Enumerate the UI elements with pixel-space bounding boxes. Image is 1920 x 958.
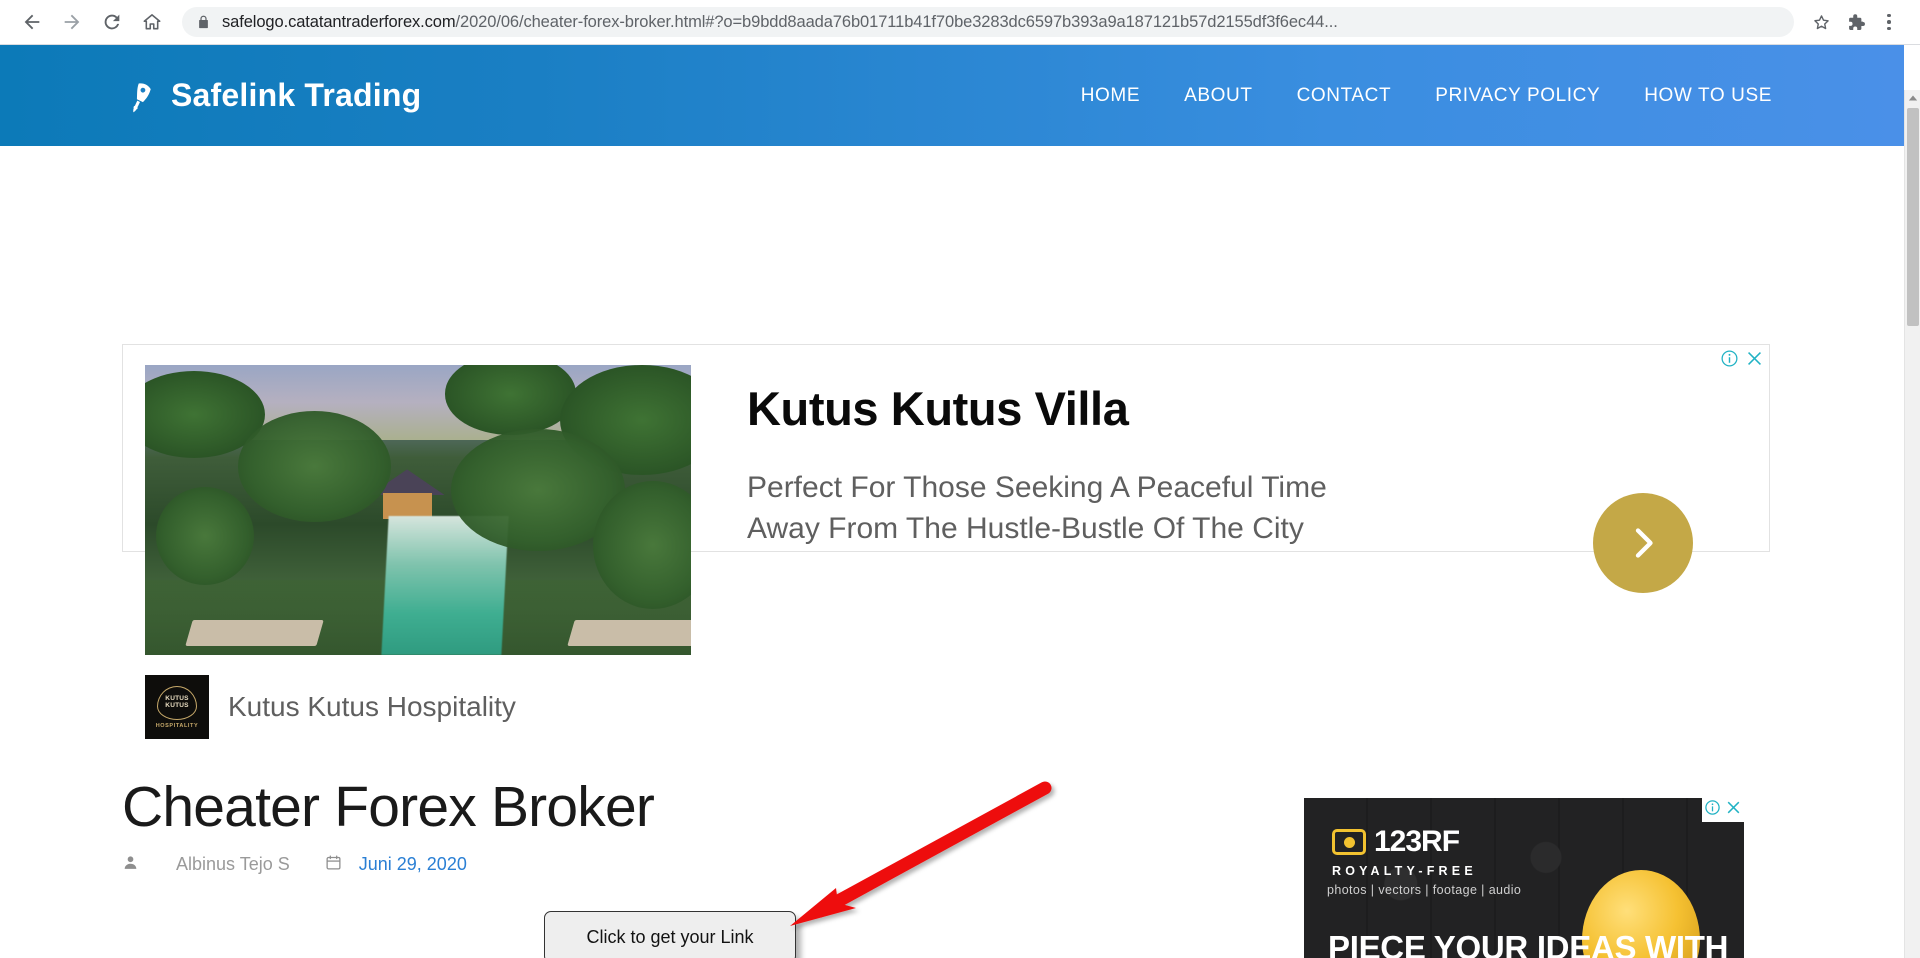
nav-item-home[interactable]: HOME — [1059, 75, 1162, 117]
address-bar[interactable]: safelogo.catatantraderforex.com/2020/06/… — [182, 7, 1794, 37]
lock-icon — [196, 14, 211, 31]
top-ad-image — [145, 365, 691, 655]
reload-icon — [104, 14, 120, 30]
site-header: Safelink Trading HOME ABOUT CONTACT PRIV… — [0, 45, 1904, 146]
home-icon — [143, 14, 161, 30]
url-host: safelogo.catatantraderforex.com — [222, 12, 456, 31]
browser-toolbar: safelogo.catatantraderforex.com/2020/06/… — [0, 0, 1920, 45]
sidebar-ad[interactable]: 123RF ROYALTY-FREE photos | vectors | fo… — [1304, 798, 1744, 958]
forward-arrow-icon — [64, 14, 80, 30]
site-brand-name: Safelink Trading — [171, 77, 422, 113]
close-icon[interactable] — [1725, 799, 1742, 821]
advertiser-name: Kutus Kutus Hospitality — [228, 691, 516, 722]
extensions-button[interactable] — [1838, 5, 1872, 39]
kebab-menu-icon — [1887, 13, 1891, 31]
article-header: Cheater Forex Broker Albinus Tejo S Juni… — [122, 775, 1202, 876]
url-text: safelogo.catatantraderforex.com/2020/06/… — [222, 13, 1338, 32]
nav-item-privacy-policy[interactable]: PRIVACY POLICY — [1413, 75, 1622, 117]
nav-item-contact[interactable]: CONTACT — [1275, 75, 1414, 117]
page-scrollbar[interactable] — [1904, 90, 1920, 958]
advertiser-logo-icon: KUTUS KUTUS HOSPITALITY — [145, 675, 209, 739]
scrollbar-thumb[interactable] — [1907, 108, 1919, 326]
top-ad-description: Perfect For Those Seeking A Peaceful Tim… — [747, 470, 1327, 545]
sidebar-ad-categories: photos | vectors | footage | audio — [1327, 883, 1522, 897]
chevron-right-icon — [1635, 528, 1653, 558]
sidebar-ad-tagline: ROYALTY-FREE — [1332, 864, 1477, 878]
article-meta: Albinus Tejo S Juni 29, 2020 — [122, 854, 1202, 876]
puzzle-piece-icon — [1848, 13, 1865, 30]
back-arrow-icon — [24, 14, 40, 30]
site-brand[interactable]: Safelink Trading — [124, 77, 421, 114]
advertiser-logo-line3: HOSPITALITY — [155, 722, 199, 729]
calendar-icon — [325, 854, 342, 876]
page-title: Cheater Forex Broker — [122, 775, 655, 839]
star-icon — [1813, 14, 1829, 29]
sidebar-ad-headline: PIECE YOUR IDEAS WITH US. — [1328, 929, 1729, 958]
reload-button[interactable] — [94, 4, 130, 40]
site-navigation: HOME ABOUT CONTACT PRIVACY POLICY HOW TO… — [1059, 75, 1794, 117]
advertiser-logo-line2: KUTUS — [165, 701, 189, 709]
rocket-icon — [124, 79, 158, 113]
top-banner-ad[interactable]: Kutus Kutus Villa Perfect For Those Seek… — [122, 344, 1770, 739]
top-ad-next-button[interactable] — [1593, 493, 1693, 593]
article-author: Albinus Tejo S — [176, 854, 290, 875]
info-icon[interactable] — [1704, 799, 1721, 821]
chrome-menu-button[interactable] — [1872, 5, 1906, 39]
browser-viewport: Safelink Trading HOME ABOUT CONTACT PRIV… — [0, 45, 1920, 958]
caret-up-icon — [1908, 95, 1917, 101]
top-ad-advertiser[interactable]: KUTUS KUTUS HOSPITALITY Kutus Kutus Hosp… — [145, 675, 516, 739]
get-link-button[interactable]: Click to get your Link — [544, 911, 796, 958]
scroll-up-button[interactable] — [1905, 90, 1920, 106]
camera-icon — [1332, 829, 1366, 855]
sidebar-ad-brand: 123RF — [1374, 825, 1460, 858]
web-page: Safelink Trading HOME ABOUT CONTACT PRIV… — [0, 45, 1904, 958]
nav-item-about[interactable]: ABOUT — [1162, 75, 1274, 117]
url-path: /2020/06/cheater-forex-broker.html#?o=b9… — [455, 12, 1338, 31]
forward-button[interactable] — [54, 4, 90, 40]
info-icon[interactable] — [1720, 349, 1739, 373]
article-date: Juni 29, 2020 — [358, 854, 467, 875]
top-ad-headline: Kutus Kutus Villa — [747, 382, 1129, 435]
sidebar-ad-logo: 123RF — [1332, 825, 1460, 859]
user-icon — [122, 854, 139, 876]
nav-item-how-to-use[interactable]: HOW TO USE — [1622, 75, 1794, 117]
back-button[interactable] — [14, 4, 50, 40]
top-ad-adchoices — [1717, 347, 1767, 375]
sidebar-ad-adchoices — [1702, 798, 1744, 822]
bookmark-button[interactable] — [1804, 5, 1838, 39]
close-icon[interactable] — [1745, 349, 1764, 373]
home-button[interactable] — [134, 4, 170, 40]
